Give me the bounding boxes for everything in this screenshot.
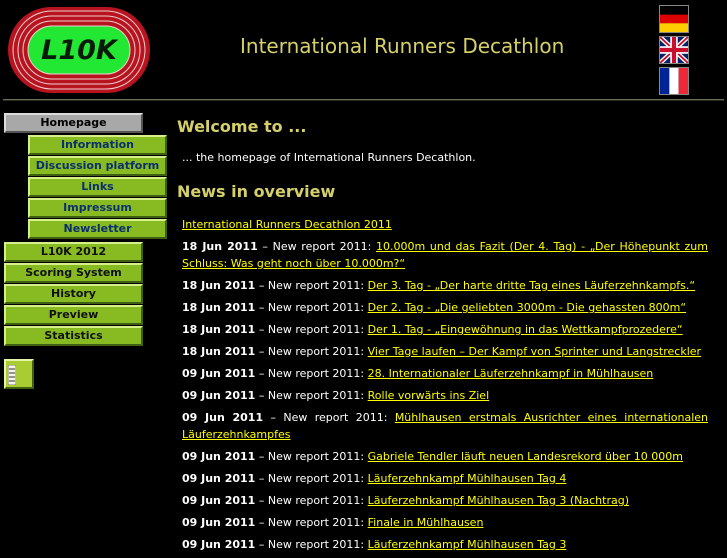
nav-links[interactable]: Links — [28, 177, 167, 197]
news-link[interactable]: Der 2. Tag - „Die geliebten 3000m - Die … — [368, 301, 686, 314]
news-prefix: New report 2011: — [267, 345, 365, 358]
german-flag-icon[interactable] — [659, 5, 689, 33]
site-title: International Runners Decathlon — [240, 34, 565, 58]
news-date: 09 Jun 2011 — [182, 516, 256, 529]
nav-scoring-system[interactable]: Scoring System — [4, 263, 143, 283]
intro-text: ... the homepage of International Runner… — [182, 151, 476, 164]
track-logo-icon: L10K — [8, 7, 150, 93]
news-prefix: New report 2011: — [283, 411, 388, 424]
news-prefix: New report 2011: — [272, 240, 372, 253]
news-link[interactable]: 10.000m und das Fazit (Der 4. Tag) - „De… — [182, 240, 708, 270]
news-item: 18 Jun 2011 – New report 2011: Der 1. Ta… — [182, 323, 683, 336]
news-date: 18 Jun 2011 — [182, 345, 256, 358]
english-flag-icon[interactable] — [659, 36, 689, 64]
news-link[interactable]: Läuferzehnkampf Mühlhausen Tag 4 — [368, 472, 567, 485]
news-prefix: New report 2011: — [267, 323, 365, 336]
site-logo[interactable]: L10K — [7, 6, 151, 94]
nav-homepage[interactable]: Homepage — [4, 113, 143, 133]
news-item: 09 Jun 2011 – New report 2011: Finale in… — [182, 516, 484, 529]
news-prefix: New report 2011: — [267, 472, 365, 485]
news-link[interactable]: Der 3. Tag - „Der harte dritte Tag eines… — [368, 279, 695, 292]
news-item: 09 Jun 2011 – New report 2011: Mühlhause… — [182, 411, 709, 441]
nav-statistics[interactable]: Statistics — [4, 326, 143, 346]
news-link[interactable]: 28. Internationaler Läuferzehnkampf in M… — [368, 367, 654, 380]
news-link[interactable]: Rolle vorwärts ins Ziel — [368, 389, 490, 402]
nav-impressum[interactable]: Impressum — [28, 198, 167, 218]
news-prefix: New report 2011: — [267, 367, 365, 380]
nav-history[interactable]: History — [4, 284, 143, 304]
counter-icon — [8, 365, 16, 385]
news-item: 18 Jun 2011 – New report 2011: Der 3. Ta… — [182, 279, 696, 292]
nav-newsletter[interactable]: Newsletter — [28, 219, 167, 239]
logo-text: L10K — [41, 35, 119, 66]
nav-information[interactable]: Information — [28, 135, 167, 155]
header-divider — [3, 99, 724, 101]
news-heading: News in overview — [177, 182, 336, 201]
counter-widget[interactable] — [4, 359, 34, 389]
news-prefix: New report 2011: — [267, 494, 365, 507]
news-date: 18 Jun 2011 — [182, 240, 258, 253]
news-link[interactable]: Gabriele Tendler läuft neuen Landesrekor… — [368, 450, 683, 463]
news-item: 18 Jun 2011 – New report 2011: 10.000m u… — [182, 240, 708, 270]
news-item: 09 Jun 2011 – New report 2011: Rolle vor… — [182, 389, 490, 402]
nav-preview[interactable]: Preview — [4, 305, 143, 325]
welcome-heading: Welcome to ... — [177, 117, 307, 136]
nav-discussion-platform[interactable]: Discussion platform — [28, 156, 167, 176]
news-link[interactable]: Der 1. Tag - „Eingewöhnung in das Wettka… — [368, 323, 683, 336]
news-date: 09 Jun 2011 — [182, 367, 256, 380]
news-prefix: New report 2011: — [267, 516, 365, 529]
news-item: 18 Jun 2011 – New report 2011: Der 2. Ta… — [182, 301, 687, 314]
news-date: 09 Jun 2011 — [182, 472, 256, 485]
news-list: International Runners Decathlon 2011 18 … — [182, 216, 708, 558]
news-prefix: New report 2011: — [267, 450, 365, 463]
news-item: 18 Jun 2011 – New report 2011: Vier Tage… — [182, 345, 702, 358]
news-prefix: New report 2011: — [267, 301, 365, 314]
news-prefix: New report 2011: — [267, 279, 365, 292]
news-date: 09 Jun 2011 — [182, 411, 264, 424]
news-date: 09 Jun 2011 — [182, 494, 256, 507]
news-link[interactable]: International Runners Decathlon 2011 — [182, 218, 392, 231]
news-link[interactable]: Finale in Mühlhausen — [368, 516, 484, 529]
news-item: 09 Jun 2011 – New report 2011: Läuferzeh… — [182, 472, 567, 485]
news-link[interactable]: Vier Tage laufen – Der Kampf von Sprinte… — [368, 345, 701, 358]
news-item: 09 Jun 2011 – New report 2011: Gabriele … — [182, 450, 684, 463]
news-date: 09 Jun 2011 — [182, 450, 256, 463]
news-item-first: International Runners Decathlon 2011 — [182, 216, 708, 233]
news-item: 09 Jun 2011 – New report 2011: Läuferzeh… — [182, 494, 629, 507]
news-prefix: New report 2011: — [267, 389, 365, 402]
news-date: 09 Jun 2011 — [182, 389, 256, 402]
nav-l10k-2012[interactable]: L10K 2012 — [4, 242, 143, 262]
news-date: 18 Jun 2011 — [182, 301, 256, 314]
french-flag-icon[interactable] — [659, 67, 689, 95]
news-date: 18 Jun 2011 — [182, 323, 256, 336]
news-link[interactable]: Läuferzehnkampf Mühlhausen Tag 3 (Nachtr… — [368, 494, 629, 507]
news-item: 09 Jun 2011 – New report 2011: 28. Inter… — [182, 367, 654, 380]
news-date: 18 Jun 2011 — [182, 279, 256, 292]
